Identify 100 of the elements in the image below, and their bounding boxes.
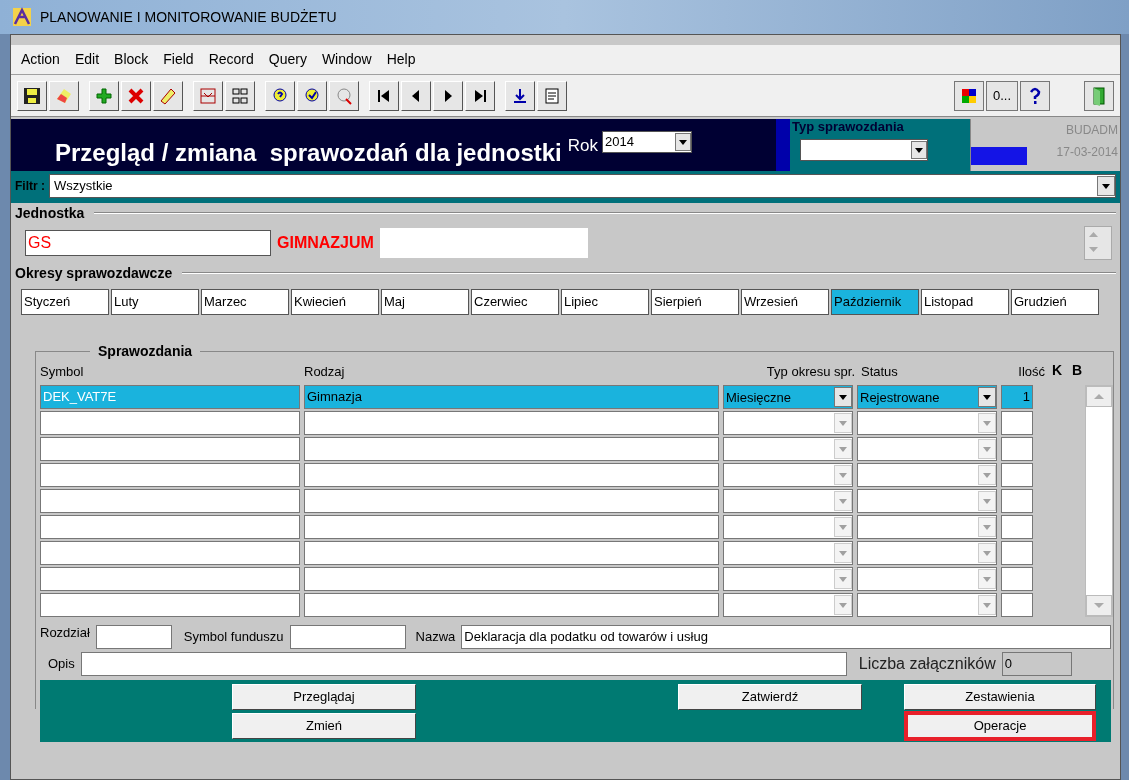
menu-item[interactable]: Help [380, 49, 422, 70]
fund-label: Symbol funduszu [183, 628, 284, 647]
column-header: Status [860, 362, 899, 381]
empty-cell[interactable] [304, 515, 719, 539]
period-tab[interactable]: Luty [111, 289, 199, 315]
report-type-dropdown[interactable] [800, 139, 928, 161]
action-button[interactable]: Zatwierdź [678, 684, 862, 710]
date-text: 17-03-2014 [1056, 144, 1118, 161]
toolbar-button[interactable] [1020, 80, 1050, 111]
empty-cell[interactable] [1001, 411, 1033, 435]
dropdown-cell[interactable] [857, 411, 997, 435]
name-label: Nazwa [415, 628, 456, 647]
empty-cell[interactable] [304, 463, 719, 487]
unit-name: GIMNAZJUM [277, 233, 374, 253]
column-header: K [1050, 361, 1064, 380]
table-cell[interactable]: Gimnazja [304, 385, 719, 409]
table-cell[interactable]: 1 [1001, 385, 1033, 409]
dropdown-cell[interactable] [857, 541, 997, 565]
menu-item[interactable]: Record [202, 49, 260, 70]
empty-cell[interactable] [1001, 489, 1033, 513]
dropdown-cell[interactable] [723, 411, 853, 435]
dropdown-cell[interactable] [857, 437, 997, 461]
empty-cell[interactable] [40, 541, 300, 565]
filter-dropdown[interactable]: Wszystkie [49, 173, 1116, 198]
dropdown-cell[interactable] [857, 515, 997, 539]
period-tab[interactable]: Październik [831, 289, 919, 315]
dropdown-cell[interactable] [857, 593, 997, 617]
empty-cell[interactable] [304, 541, 719, 565]
period-tab[interactable]: Lipiec [561, 289, 649, 315]
name-field[interactable]: Deklaracja dla podatku od towarów i usług [461, 625, 1111, 649]
empty-cell[interactable] [1001, 567, 1033, 591]
action-button[interactable]: Zestawienia [904, 684, 1096, 710]
column-header: Ilość [1017, 362, 1045, 381]
status-bar-indicator [971, 147, 1027, 165]
year-dropdown[interactable]: 2014 [602, 131, 693, 153]
period-tab[interactable]: Styczeń [21, 289, 109, 315]
dropdown-cell[interactable] [723, 541, 853, 565]
period-tab[interactable]: Listopad [921, 289, 1009, 315]
empty-cell[interactable] [304, 437, 719, 461]
window-title: PLANOWANIE I MONITOROWANIE BUDŻETU [40, 7, 337, 27]
empty-cell[interactable] [1001, 593, 1033, 617]
grid-icon [230, 85, 250, 106]
dropdown-cell[interactable] [857, 567, 997, 591]
empty-cell[interactable] [1001, 463, 1033, 487]
description-label: Opis [48, 655, 75, 674]
empty-cell[interactable] [40, 411, 300, 435]
dropdown-cell[interactable] [723, 593, 853, 617]
scroll-down-icon [1086, 595, 1112, 616]
action-button[interactable]: Operacje [904, 711, 1096, 741]
empty-cell[interactable] [40, 515, 300, 539]
empty-cell[interactable] [304, 593, 719, 617]
menu-item[interactable]: Field [157, 49, 200, 70]
fund-field[interactable] [289, 625, 406, 649]
menu-item[interactable]: Block [108, 49, 155, 70]
empty-cell[interactable] [40, 489, 300, 513]
unit-description-field[interactable] [379, 228, 588, 258]
toolbar-button[interactable] [953, 80, 984, 111]
menu-item[interactable]: Edit [68, 49, 106, 70]
description-field[interactable] [80, 652, 847, 676]
menu-item[interactable]: Action [15, 49, 66, 70]
empty-cell[interactable] [304, 411, 719, 435]
section-label: Jednostka [15, 203, 85, 223]
dropdown-cell[interactable]: Rejestrowane [857, 385, 997, 409]
accent-bar [776, 119, 790, 171]
period-tab[interactable]: Grudzień [1011, 289, 1099, 315]
dropdown-cell[interactable] [723, 463, 853, 487]
action-button[interactable]: Zmień [232, 713, 416, 739]
scrollbar[interactable] [1085, 385, 1113, 617]
period-tab[interactable]: Kwiecień [291, 289, 379, 315]
filter-label: Filtr : [15, 177, 45, 195]
dropdown-cell[interactable] [723, 515, 853, 539]
period-tab[interactable]: Czerwiec [471, 289, 559, 315]
dropdown-cell[interactable] [857, 489, 997, 513]
empty-cell[interactable] [304, 567, 719, 591]
empty-cell[interactable] [40, 567, 300, 591]
empty-cell[interactable] [40, 593, 300, 617]
menu-item[interactable]: Window [315, 49, 378, 70]
chapter-label: Rozdział [40, 624, 90, 642]
chapter-field[interactable] [95, 625, 172, 649]
attachments-field: 0 [1001, 652, 1072, 676]
column-header: Rodzaj [304, 362, 346, 381]
dropdown-cell[interactable]: Miesięczne [723, 385, 853, 409]
empty-cell[interactable] [40, 437, 300, 461]
dropdown-cell[interactable] [723, 567, 853, 591]
empty-cell[interactable] [1001, 515, 1033, 539]
dropdown-cell[interactable] [723, 437, 853, 461]
empty-cell[interactable] [304, 489, 719, 513]
toolbar-button[interactable]: 0... [985, 80, 1018, 111]
period-tab[interactable]: Marzec [201, 289, 289, 315]
period-tab[interactable]: Maj [381, 289, 469, 315]
empty-cell[interactable] [40, 463, 300, 487]
period-tab[interactable]: Sierpień [651, 289, 739, 315]
action-button[interactable]: Przeglądaj [232, 684, 416, 710]
empty-cell[interactable] [1001, 437, 1033, 461]
menu-item[interactable]: Query [262, 49, 313, 70]
dropdown-cell[interactable] [723, 489, 853, 513]
empty-cell[interactable] [1001, 541, 1033, 565]
period-tab[interactable]: Wrzesień [741, 289, 829, 315]
dropdown-cell[interactable] [857, 463, 997, 487]
unit-code-field[interactable]: GS [25, 230, 271, 256]
